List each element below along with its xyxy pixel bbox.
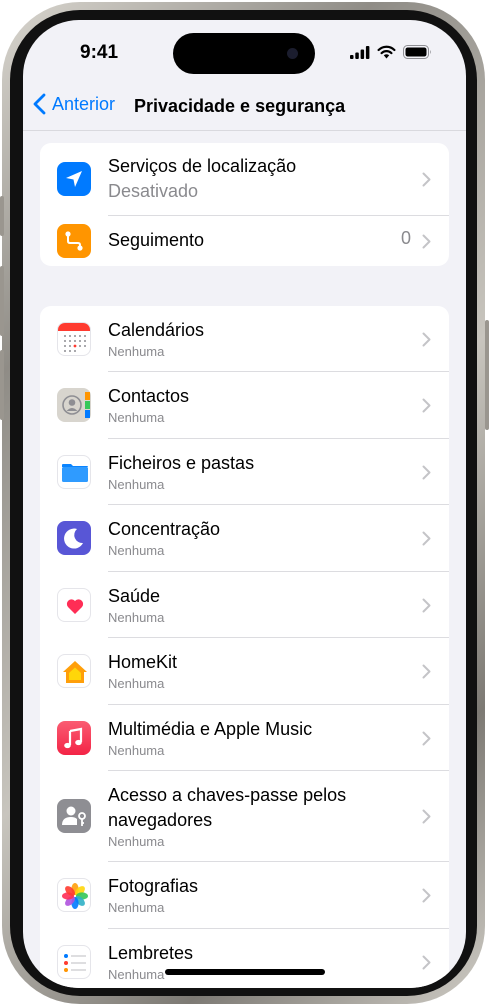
location-arrow-icon (57, 162, 91, 196)
passkey-person-icon (57, 799, 91, 833)
side-button-volume-up (0, 266, 4, 336)
health-label: Saúde (108, 586, 161, 606)
contacts-label: Contactos (108, 386, 190, 406)
chevron-right-icon (422, 398, 431, 413)
calendar-icon (57, 322, 91, 356)
back-button[interactable]: Anterior (33, 93, 115, 115)
status-time: 9:41 (80, 42, 119, 63)
calendars-sub: Nenhuma (108, 344, 165, 359)
focus-moon-icon (57, 521, 91, 555)
files-folders-sub: Nenhuma (108, 477, 165, 492)
photos-flower-icon (57, 878, 91, 912)
contacts-row[interactable]: Contactos Nenhuma (40, 372, 449, 439)
navigation-bar: Anterior Privacidade e segurança (23, 84, 466, 131)
media-music-row[interactable]: Multimédia e Apple Music Nenhuma (40, 705, 449, 771)
chevron-right-icon (422, 809, 431, 824)
contacts-sub: Nenhuma (108, 410, 165, 425)
location-services-label: Serviços de localização (108, 156, 297, 176)
reminders-list-icon (57, 945, 91, 979)
music-note-icon (57, 721, 91, 755)
files-folders-label: Ficheiros e pastas (108, 453, 255, 473)
chevron-right-icon (422, 598, 431, 613)
location-services-status: Desativado (108, 181, 199, 201)
folder-icon (57, 455, 91, 489)
phone-screen: 9:41 Anterior Privacidade e segurança Se… (23, 20, 466, 988)
passkeys-access-row[interactable]: Acesso a chaves-passe pelos navegadores … (40, 771, 449, 862)
passkeys-access-label-line1: Acesso a chaves-passe pelos (108, 785, 347, 805)
health-row[interactable]: Saúde Nenhuma (40, 572, 449, 638)
location-services-row[interactable]: Serviços de localização Desativado (40, 143, 449, 216)
homekit-label: HomeKit (108, 652, 178, 672)
focus-row[interactable]: Concentração Nenhuma (40, 505, 449, 572)
photos-label: Fotografias (108, 876, 199, 896)
side-button-action (0, 196, 4, 236)
files-folders-row[interactable]: Ficheiros e pastas Nenhuma (40, 439, 449, 505)
tracking-row[interactable]: Seguimento 0 (40, 216, 449, 266)
location-tracking-group: Serviços de localização Desativado Segui… (40, 143, 449, 266)
tracking-label: Seguimento (108, 230, 205, 250)
battery-icon (403, 45, 431, 59)
chevron-right-icon (422, 172, 431, 187)
calendars-label: Calendários (108, 320, 205, 340)
contacts-icon (57, 388, 91, 422)
chevron-right-icon (422, 731, 431, 746)
media-music-sub: Nenhuma (108, 743, 165, 758)
camera-lens-icon (287, 48, 298, 59)
reminders-label: Lembretes (108, 943, 194, 963)
passkeys-access-label-line2: navegadores (108, 810, 213, 830)
calendars-row[interactable]: Calendários Nenhuma (40, 306, 449, 372)
back-button-label: Anterior (52, 93, 116, 114)
app-permissions-group: Calendários Nenhuma Contactos Nenhuma Fi… (40, 306, 449, 988)
chevron-right-icon (422, 531, 431, 546)
status-bar: 9:41 (23, 20, 466, 84)
passkeys-access-sub: Nenhuma (108, 834, 165, 849)
chevron-right-icon (422, 332, 431, 347)
reminders-row[interactable]: Lembretes Nenhuma (40, 929, 449, 988)
health-heart-icon (57, 588, 91, 622)
chevron-right-icon (422, 465, 431, 480)
media-music-label: Multimédia e Apple Music (108, 719, 313, 739)
chevron-right-icon (422, 664, 431, 679)
tracking-count: 0 (400, 228, 411, 248)
photos-row[interactable]: Fotografias Nenhuma (40, 862, 449, 929)
homekit-row[interactable]: HomeKit Nenhuma (40, 638, 449, 705)
chevron-right-icon (422, 888, 431, 903)
status-icons (350, 45, 432, 59)
page-title: Privacidade e segurança (134, 96, 346, 116)
chevron-left-icon (33, 93, 46, 115)
focus-label: Concentração (108, 519, 221, 539)
wifi-icon (377, 45, 396, 59)
health-sub: Nenhuma (108, 610, 165, 625)
side-button-power (485, 320, 489, 430)
chevron-right-icon (422, 234, 431, 249)
chevron-right-icon (422, 955, 431, 970)
homekit-sub: Nenhuma (108, 676, 165, 691)
focus-sub: Nenhuma (108, 543, 165, 558)
dynamic-island (173, 33, 315, 74)
home-indicator[interactable] (165, 969, 325, 975)
cellular-signal-icon (350, 45, 370, 59)
homekit-house-icon (57, 654, 91, 688)
side-button-volume-down (0, 350, 4, 420)
photos-sub: Nenhuma (108, 900, 165, 915)
tracking-icon (57, 224, 91, 258)
